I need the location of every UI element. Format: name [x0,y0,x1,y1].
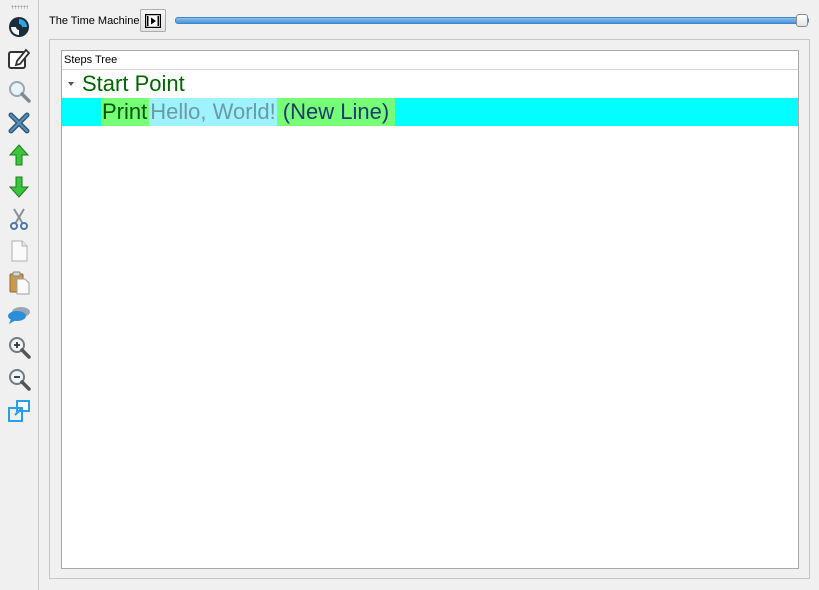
play-button[interactable] [140,9,166,32]
edit-button[interactable] [6,46,32,72]
copy-icon [11,240,28,262]
paste-button[interactable] [6,270,32,296]
zoom-out-icon [9,369,31,391]
zoom-in-icon [9,337,31,359]
logo-button[interactable] [6,14,32,40]
step-suffix: (New Line) [276,98,396,126]
find-button[interactable] [6,78,32,104]
copy-button[interactable] [6,238,32,264]
step-argument: Hello, World! [149,98,277,126]
tree-node-print-step[interactable]: Print Hello, World! (New Line) [62,98,798,126]
steps-tree-header: Steps Tree [62,51,798,70]
print-step-content: Print Hello, World! (New Line) [101,98,396,126]
logo-icon [9,17,29,37]
move-down-button[interactable] [6,174,32,200]
edit-icon [8,48,31,69]
expand-arrow-icon[interactable] [68,82,74,86]
toolbar-grip[interactable] [11,5,28,9]
step-keyword: Print [101,98,150,126]
popout-button[interactable] [6,398,32,424]
time-machine-label: The Time Machine [49,15,140,27]
time-machine-slider[interactable] [175,17,809,24]
delete-icon [8,112,30,134]
steps-tree[interactable]: Steps Tree Start Point Print Hello, World… [61,50,799,569]
tree-node-start-point[interactable]: Start Point [62,70,798,98]
film-play-icon [145,13,161,28]
zoom-out-button[interactable] [6,366,32,392]
time-machine-bar: The Time Machine [40,8,819,36]
cut-button[interactable] [6,206,32,232]
left-toolbar [0,0,39,590]
comment-button[interactable] [6,302,32,328]
start-point-label: Start Point [82,71,185,96]
search-icon [9,81,31,103]
main-panel: Steps Tree Start Point Print Hello, World… [49,39,810,579]
popout-icon [8,400,30,422]
zoom-in-button[interactable] [6,334,32,360]
move-down-icon [8,176,30,198]
paste-icon [9,271,30,295]
comment-icon [8,307,30,324]
slider-handle[interactable] [796,14,808,27]
cut-icon [10,208,28,230]
move-up-icon [8,144,30,166]
delete-button[interactable] [6,110,32,136]
move-up-button[interactable] [6,142,32,168]
